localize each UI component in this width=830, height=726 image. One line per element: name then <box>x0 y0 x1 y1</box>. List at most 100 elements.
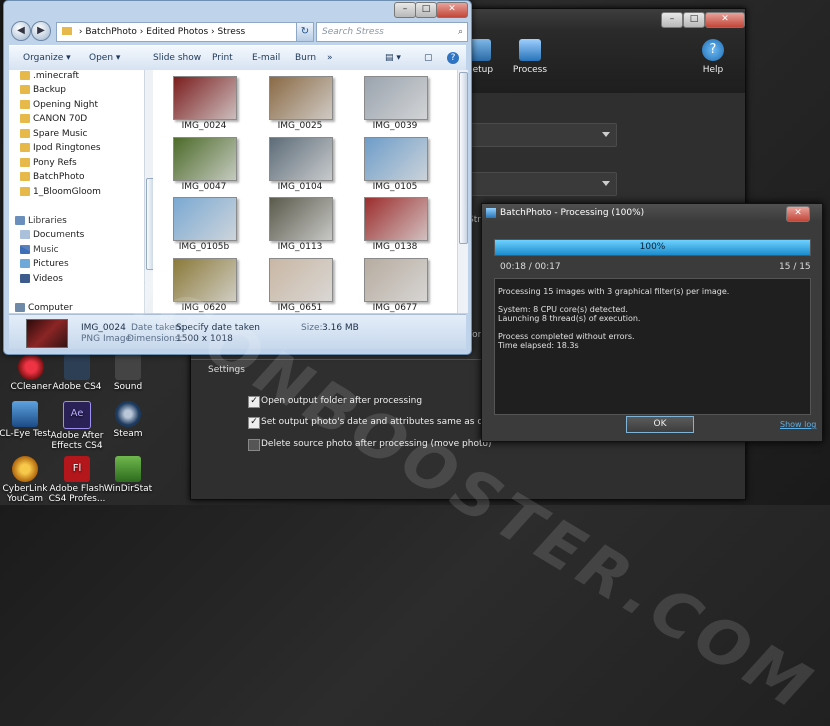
desktop-icon-sound[interactable]: Sound <box>97 354 159 392</box>
burn-button[interactable]: Burn <box>295 46 316 70</box>
desktop-icon-label: Sound <box>113 382 143 392</box>
open-output-folder-checkbox[interactable]: ✓ <box>248 396 260 408</box>
preview-pane-icon[interactable]: ▢ <box>424 46 433 70</box>
help-button[interactable]: ? Help <box>689 39 737 75</box>
thumbnail-label[interactable]: IMG_0025 <box>260 121 340 131</box>
search-input[interactable]: Search Stress ⌕ <box>316 22 468 42</box>
thumbnail-label[interactable]: IMG_0138 <box>355 242 435 252</box>
flash-icon: Fl <box>64 456 90 482</box>
nav-item[interactable]: Backup <box>20 84 66 96</box>
nav-item-label: 1_BloomGloom <box>33 187 101 197</box>
slideshow-button[interactable]: Slide show <box>153 46 201 70</box>
close-button[interactable]: ✕ <box>705 12 745 28</box>
thumbnail-image[interactable] <box>173 76 237 120</box>
nav-item-label: Backup <box>33 85 66 95</box>
nav-item[interactable]: Spare Music <box>20 128 87 140</box>
breadcrumb-sep: › <box>78 27 83 37</box>
open-button[interactable]: Open ▾ <box>89 46 120 70</box>
thumbnail-label[interactable]: IMG_0651 <box>260 303 340 313</box>
nav-item-videos[interactable]: Videos <box>20 273 63 285</box>
breadcrumb-item[interactable]: Stress <box>218 27 246 37</box>
thumbnail-image[interactable] <box>364 258 428 302</box>
libraries-icon <box>15 216 25 225</box>
breadcrumb-item[interactable]: Edited Photos <box>146 27 208 37</box>
nav-item[interactable]: Ipod Ringtones <box>20 142 101 154</box>
folder-icon <box>20 187 30 196</box>
print-button[interactable]: Print <box>212 46 233 70</box>
thumbnail-label[interactable]: IMG_0113 <box>260 242 340 252</box>
desktop-icon-windirstat[interactable]: WinDirStat <box>97 456 159 494</box>
nav-item[interactable]: BatchPhoto <box>20 171 85 183</box>
thumbnail-image[interactable] <box>269 258 333 302</box>
thumbnail-label[interactable]: IMG_0039 <box>355 121 435 131</box>
close-button[interactable]: ✕ <box>786 206 810 222</box>
fileview-scrollbar[interactable] <box>457 70 468 313</box>
delete-source-checkbox[interactable] <box>248 439 260 451</box>
thumbnail-image[interactable] <box>173 197 237 241</box>
refresh-button[interactable]: ↻ <box>296 22 314 42</box>
close-button[interactable]: ✕ <box>436 2 468 18</box>
detail-date-value[interactable]: Specify date taken <box>176 323 260 334</box>
folder-icon <box>20 85 30 94</box>
organize-button[interactable]: Organize ▾ <box>23 46 71 70</box>
after-effects-icon: Ae <box>63 401 91 429</box>
more-commands-button[interactable]: » <box>327 46 333 70</box>
nav-computer[interactable]: Computer <box>15 302 73 313</box>
set-date-attributes-checkbox[interactable]: ✓ <box>248 417 260 429</box>
nav-item-label: Opening Night <box>33 100 98 110</box>
nav-item[interactable]: .minecraft <box>20 70 79 82</box>
scrollbar-thumb[interactable] <box>459 72 468 244</box>
output-option-combo[interactable] <box>467 172 617 196</box>
address-bar[interactable]: › BatchPhoto › Edited Photos › Stress ▾ <box>56 22 313 42</box>
maximize-button[interactable]: □ <box>415 2 437 18</box>
thumbnail-label[interactable]: IMG_0105b <box>164 242 244 252</box>
log-line: Launching 8 thread(s) of execution. <box>498 314 641 323</box>
help-icon[interactable]: ? <box>447 46 459 70</box>
nav-item[interactable]: 1_BloomGloom <box>20 186 101 198</box>
thumbnail-label[interactable]: IMG_0024 <box>164 121 244 131</box>
process-button[interactable]: Process <box>506 39 554 75</box>
thumbnail-image[interactable] <box>269 137 333 181</box>
nav-item-label: Videos <box>33 274 63 284</box>
nav-item-music[interactable]: Music <box>20 244 59 256</box>
nav-libraries[interactable]: Libraries <box>15 215 67 227</box>
nav-item[interactable]: CANON 70D <box>20 113 87 125</box>
desktop-icon-steam[interactable]: Steam <box>97 401 159 439</box>
nav-item[interactable]: Pony Refs <box>20 157 77 169</box>
thumbnail-image[interactable] <box>364 197 428 241</box>
breadcrumb-sep: › <box>139 27 144 37</box>
output-format-combo[interactable] <box>467 123 617 147</box>
thumbnail-image[interactable] <box>173 137 237 181</box>
maximize-button[interactable]: □ <box>683 12 705 28</box>
thumbnail-image[interactable] <box>269 197 333 241</box>
thumbnail-image[interactable] <box>364 76 428 120</box>
email-button[interactable]: E-mail <box>252 46 280 70</box>
dialog-titlebar: BatchPhoto - Processing (100%) ✕ <box>482 204 822 222</box>
chevron-down-icon <box>602 132 610 137</box>
nav-item[interactable]: Opening Night <box>20 99 98 111</box>
view-options-icon[interactable]: ▤ ▾ <box>385 46 401 70</box>
minimize-button[interactable]: – <box>394 2 416 18</box>
thumbnail-label[interactable]: IMG_0105 <box>355 182 435 192</box>
thumbnail-label[interactable]: IMG_0047 <box>164 182 244 192</box>
adobe-cs4-icon <box>64 354 90 380</box>
minimize-button[interactable]: – <box>661 12 683 28</box>
breadcrumb-item[interactable]: BatchPhoto <box>85 27 137 37</box>
breadcrumb-sep: › <box>211 27 215 37</box>
nav-item-pictures[interactable]: Pictures <box>20 258 69 270</box>
forward-button[interactable]: ▶ <box>31 21 51 41</box>
folder-icon <box>62 27 72 35</box>
thumbnail-image[interactable] <box>269 76 333 120</box>
thumbnail-image[interactable] <box>364 137 428 181</box>
thumbnail-label[interactable]: IMG_0104 <box>260 182 340 192</box>
ok-button[interactable]: OK <box>626 416 694 433</box>
progress-bar: 100% <box>494 239 811 256</box>
nav-item-documents[interactable]: Documents <box>20 229 84 241</box>
thumbnail-label[interactable]: IMG_0620 <box>164 303 244 313</box>
show-log-link[interactable]: Show log <box>780 420 816 429</box>
thumbnail-label[interactable]: IMG_0677 <box>355 303 435 313</box>
youcam-icon <box>12 456 38 482</box>
back-button[interactable]: ◀ <box>11 21 31 41</box>
help-label: Help <box>702 65 724 75</box>
thumbnail-image[interactable] <box>173 258 237 302</box>
